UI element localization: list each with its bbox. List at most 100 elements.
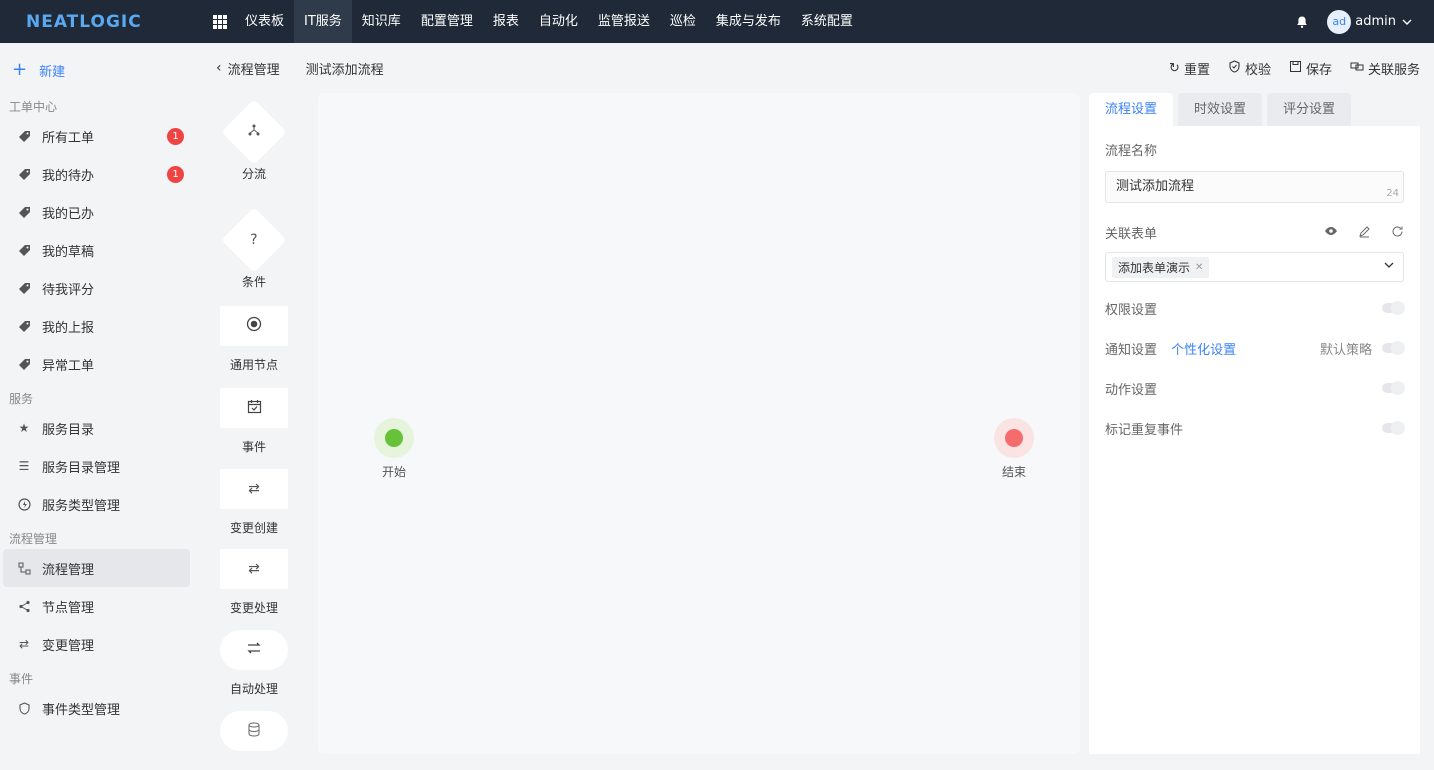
palette-node-database[interactable] (220, 711, 288, 761)
notify-toggle[interactable] (1382, 341, 1405, 355)
related-form-label: 关联表单 (1105, 227, 1158, 242)
sidebar-item-label: 节点管理 (42, 600, 95, 616)
close-icon[interactable]: ✕ (1195, 262, 1203, 273)
personalize-link[interactable]: 个性化设置 (1171, 343, 1236, 358)
bell-icon[interactable] (1295, 15, 1309, 29)
sidebar-item-label: 服务目录管理 (42, 460, 121, 476)
sidebar-item-service-catalog[interactable]: ★ 服务目录 (3, 409, 190, 447)
nav-item-reports[interactable]: 报表 (483, 0, 529, 43)
tab-sla-settings[interactable]: 时效设置 (1178, 93, 1263, 126)
reset-button[interactable]: ↻ 重置 (1169, 59, 1210, 78)
duplicate-event-row: 标记重复事件 (1105, 408, 1405, 448)
sidebar-item-node-management[interactable]: 节点管理 (3, 587, 190, 625)
sidebar-item-event-type-management[interactable]: 事件类型管理 (3, 689, 190, 727)
sidebar-item-catalog-management[interactable]: ☰ 服务目录管理 (3, 447, 190, 485)
bolt-circle-icon (17, 497, 31, 511)
eye-icon[interactable] (1324, 225, 1338, 241)
reset-label: 重置 (1183, 62, 1210, 78)
apps-grid-icon[interactable] (213, 14, 227, 29)
palette-node-event[interactable]: 事件 (220, 388, 288, 455)
start-dot (385, 429, 403, 447)
start-node[interactable]: 开始 (364, 418, 424, 480)
tab-process-settings[interactable]: 流程设置 (1089, 93, 1174, 126)
logo[interactable]: NEATLOGIC (0, 12, 200, 32)
sidebar-item-my-done[interactable]: 我的已办 (3, 193, 190, 231)
chevron-down-icon (1402, 19, 1412, 25)
settings-tabs: 流程设置 时效设置 评分设置 (1089, 93, 1420, 126)
nav-item-inspection[interactable]: 巡检 (660, 0, 706, 43)
nav-item-integration-release[interactable]: 集成与发布 (706, 0, 791, 43)
nav-item-it-service[interactable]: IT服务 (294, 0, 352, 43)
tag-icon (17, 281, 31, 295)
sidebar-item-abnormal-tickets[interactable]: 异常工单 (3, 345, 190, 383)
top-nav-bar: NEATLOGIC 仪表板 IT服务 知识库 配置管理 报表 自动化 监管报送 … (0, 0, 1434, 43)
palette-node-change-handle[interactable]: ⇄ 变更处理 (220, 549, 288, 616)
breadcrumb-current: 测试添加流程 (305, 62, 384, 78)
palette-node-condition[interactable]: ? 条件 (220, 207, 288, 290)
sidebar-item-my-reports[interactable]: 我的上报 (3, 307, 190, 345)
tag-icon (17, 167, 31, 181)
avatar: ad (1327, 9, 1352, 34)
refresh-icon: ↻ (1169, 60, 1180, 76)
nav-item-regulatory-report[interactable]: 监管报送 (588, 0, 660, 43)
permission-toggle[interactable] (1382, 301, 1405, 315)
save-button[interactable]: 保存 (1289, 59, 1332, 78)
palette-node-label: 通用节点 (229, 358, 278, 372)
radio-icon (246, 316, 262, 336)
breadcrumb-parent[interactable]: 流程管理 (228, 59, 280, 78)
action-toggle[interactable] (1382, 381, 1405, 395)
sidebar: + 新建 工单中心 所有工单 1 我的待办 1 我的已办 我的草稿 待我评分 我… (0, 43, 196, 770)
palette-node-label: 变更创建 (229, 521, 278, 535)
new-button[interactable]: + 新建 (0, 43, 196, 97)
sidebar-group-ticket-center: 工单中心 (9, 100, 58, 114)
nav-item-knowledge[interactable]: 知识库 (352, 0, 411, 43)
tag-icon (17, 205, 31, 219)
sidebar-item-label: 异常工单 (42, 358, 95, 374)
nav-item-config-management[interactable]: 配置管理 (411, 0, 483, 43)
process-name-input[interactable]: 测试添加流程 24 (1105, 171, 1404, 203)
refresh-icon[interactable] (1391, 225, 1404, 241)
sidebar-group-process: 流程管理 (9, 532, 58, 546)
branch-icon (247, 123, 261, 141)
tag-icon (17, 357, 31, 371)
end-node[interactable]: 结束 (984, 418, 1044, 480)
related-service-button[interactable]: 关联服务 (1350, 59, 1420, 78)
palette-node-change-create[interactable]: ⇄ 变更创建 (220, 469, 288, 536)
palette-node-auto-handle[interactable]: 自动处理 (220, 630, 288, 697)
sidebar-item-service-type-management[interactable]: 服务类型管理 (3, 485, 190, 523)
validate-button[interactable]: 校验 (1228, 59, 1271, 78)
nav-item-automation[interactable]: 自动化 (529, 0, 588, 43)
related-form-select[interactable]: 添加表单演示 ✕ (1105, 252, 1404, 282)
database-icon (247, 722, 261, 741)
exchange-icon: ⇄ (248, 561, 260, 577)
sidebar-item-my-drafts[interactable]: 我的草稿 (3, 231, 190, 269)
form-tag-label: 添加表单演示 (1118, 260, 1191, 275)
palette-node-general[interactable]: 通用节点 (220, 306, 288, 373)
edit-icon[interactable] (1358, 225, 1371, 241)
user-menu[interactable]: ad admin (1327, 9, 1414, 34)
nav-item-dashboard[interactable]: 仪表板 (235, 0, 294, 43)
chevron-left-icon[interactable]: ‹ (216, 60, 222, 76)
palette-node-branch[interactable]: 分流 (220, 99, 288, 182)
shield-icon (17, 701, 31, 715)
star-icon: ★ (18, 421, 30, 435)
sidebar-item-label: 待我评分 (42, 282, 95, 298)
flow-canvas[interactable]: 开始 结束 (318, 93, 1080, 754)
sidebar-item-label: 我的已办 (42, 206, 95, 222)
sidebar-item-label: 我的草稿 (42, 244, 95, 260)
sidebar-item-my-todo[interactable]: 我的待办 1 (3, 155, 190, 193)
sidebar-item-label: 服务类型管理 (42, 498, 121, 514)
related-service-label: 关联服务 (1367, 62, 1420, 78)
sidebar-item-pending-rating[interactable]: 待我评分 (3, 269, 190, 307)
nav-item-system-config[interactable]: 系统配置 (791, 0, 863, 43)
sidebar-item-change-management[interactable]: ⇄ 变更管理 (3, 625, 190, 663)
tag-icon (17, 319, 31, 333)
list-icon: ☰ (18, 459, 30, 473)
sidebar-item-process-management[interactable]: 流程管理 (3, 549, 190, 587)
duplicate-event-toggle[interactable] (1382, 421, 1405, 435)
start-label: 开始 (381, 465, 406, 479)
palette-node-label: 分流 (241, 167, 266, 181)
tab-rating-settings[interactable]: 评分设置 (1267, 93, 1352, 126)
sidebar-item-all-tickets[interactable]: 所有工单 1 (3, 117, 190, 155)
auto-icon (246, 641, 262, 659)
